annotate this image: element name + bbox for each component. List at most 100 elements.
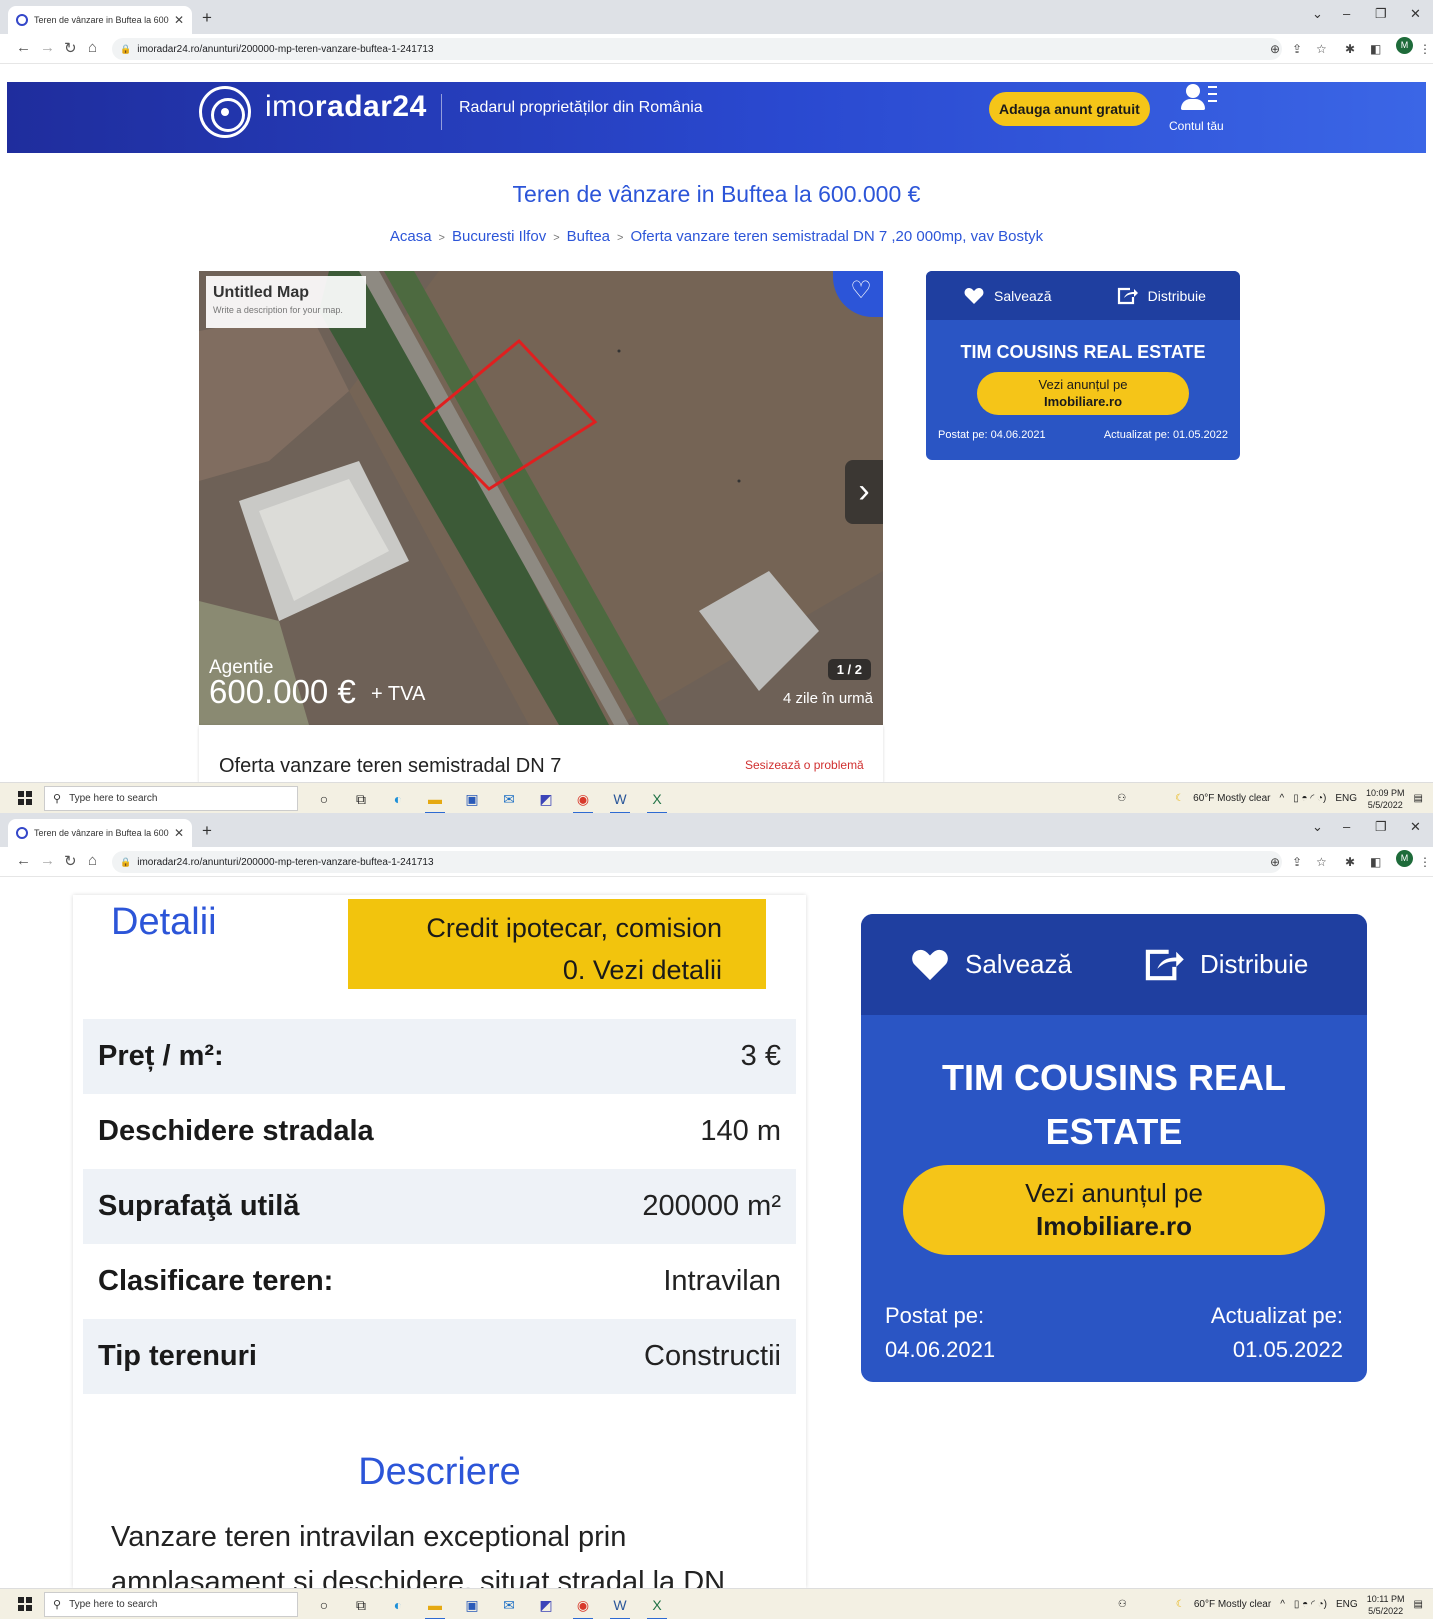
- minimize-icon[interactable]: –: [1343, 819, 1350, 834]
- breadcrumb-region[interactable]: Bucuresti Ilfov: [452, 228, 546, 245]
- side-panel-icon[interactable]: ◧: [1370, 42, 1381, 56]
- restore-icon[interactable]: ❐: [1375, 819, 1387, 835]
- forward-icon[interactable]: →: [40, 39, 55, 56]
- close-tab-icon[interactable]: ✕: [174, 826, 184, 840]
- menu-kebab-icon[interactable]: ⋮: [1419, 855, 1431, 869]
- app-icon[interactable]: ◩: [532, 1593, 560, 1617]
- excel-icon[interactable]: X: [643, 1593, 671, 1619]
- user-account-icon[interactable]: [1177, 82, 1227, 112]
- radar-logo-icon[interactable]: [199, 86, 251, 138]
- profile-avatar[interactable]: M: [1396, 850, 1413, 867]
- close-window-icon[interactable]: ✕: [1410, 6, 1421, 22]
- notifications-icon[interactable]: ▤: [1414, 1599, 1423, 1610]
- minimize-icon[interactable]: –: [1343, 6, 1350, 21]
- lock-icon[interactable]: 🔒: [120, 857, 131, 868]
- breadcrumb-city[interactable]: Buftea: [567, 228, 610, 245]
- close-tab-icon[interactable]: ✕: [174, 13, 184, 27]
- clock[interactable]: 10:11 PM 5/5/2022: [1367, 1593, 1405, 1617]
- reload-icon[interactable]: ↻: [64, 852, 77, 870]
- task-view-icon[interactable]: ⧉: [347, 787, 375, 811]
- browser-tab[interactable]: Teren de vânzare in Buftea la 600 ✕: [8, 819, 192, 847]
- new-tab-icon[interactable]: +: [202, 821, 212, 841]
- close-window-icon[interactable]: ✕: [1410, 819, 1421, 835]
- tab-search-icon[interactable]: ⌄: [1312, 819, 1323, 835]
- report-problem-link[interactable]: Sesizează o problemă: [745, 758, 864, 772]
- photo-gallery[interactable]: Untitled Map Write a description for you…: [199, 271, 883, 725]
- new-tab-icon[interactable]: +: [202, 8, 212, 28]
- weather-text[interactable]: 60°F Mostly clear: [1193, 793, 1270, 804]
- zoom-icon[interactable]: ⊕: [1270, 42, 1280, 56]
- people-icon[interactable]: ⚇: [1117, 793, 1126, 804]
- app-icon[interactable]: ◩: [532, 787, 560, 811]
- tray-icons[interactable]: ▯ ◓ ◜ ◔): [1294, 1599, 1327, 1610]
- extensions-icon[interactable]: ✱: [1345, 855, 1355, 869]
- menu-kebab-icon[interactable]: ⋮: [1419, 42, 1431, 56]
- add-listing-button[interactable]: Adauga anunt gratuit: [989, 92, 1150, 126]
- word-icon[interactable]: W: [606, 1593, 634, 1619]
- chrome-icon[interactable]: ◉: [569, 787, 597, 813]
- edge-icon[interactable]: ◐: [384, 787, 412, 811]
- mail-icon[interactable]: ✉: [495, 1593, 523, 1617]
- home-icon[interactable]: ⌂: [88, 39, 97, 56]
- forward-icon[interactable]: →: [40, 852, 55, 869]
- tray-icons[interactable]: ▯ ◓ ◜ ◔): [1293, 793, 1326, 804]
- windows-start-icon[interactable]: [18, 1597, 32, 1611]
- account-link[interactable]: Contul tău: [1169, 119, 1224, 133]
- taskbar-search-input[interactable]: ⚲ Type here to search: [44, 1592, 298, 1617]
- task-view-icon[interactable]: ⧉: [347, 1593, 375, 1617]
- cortana-icon[interactable]: ○: [310, 787, 338, 811]
- windows-start-icon[interactable]: [18, 791, 32, 805]
- breadcrumb-home[interactable]: Acasa: [390, 228, 432, 245]
- view-on-imobiliare-button[interactable]: Vezi anunțul pe Imobiliare.ro: [903, 1165, 1325, 1255]
- file-explorer-icon[interactable]: ▬: [421, 787, 449, 813]
- language-indicator[interactable]: ENG: [1336, 1599, 1358, 1610]
- zoom-icon[interactable]: ⊕: [1270, 855, 1280, 869]
- share-button[interactable]: Distribuie: [1116, 287, 1206, 305]
- profile-avatar[interactable]: M: [1396, 37, 1413, 54]
- chrome-icon[interactable]: ◉: [569, 1593, 597, 1619]
- restore-icon[interactable]: ❐: [1375, 6, 1387, 22]
- extensions-icon[interactable]: ✱: [1345, 42, 1355, 56]
- share-page-icon[interactable]: ⇪: [1292, 855, 1302, 869]
- home-icon[interactable]: ⌂: [88, 852, 97, 869]
- store-icon[interactable]: ▣: [458, 787, 486, 811]
- search-icon: ⚲: [53, 1599, 62, 1611]
- weather-moon-icon[interactable]: ☾: [1176, 1599, 1185, 1610]
- tray-chevron-icon[interactable]: ^: [1280, 793, 1285, 804]
- url-field[interactable]: 🔒 imoradar24.ro/anunturi/200000-mp-teren…: [112, 38, 1282, 60]
- weather-moon-icon[interactable]: ☾: [1175, 793, 1184, 804]
- logo-wordmark[interactable]: imoradar24: [265, 90, 427, 124]
- store-icon[interactable]: ▣: [458, 1593, 486, 1617]
- weather-text[interactable]: 60°F Mostly clear: [1194, 1599, 1271, 1610]
- save-button[interactable]: Salvează: [911, 948, 1072, 982]
- mail-icon[interactable]: ✉: [495, 787, 523, 811]
- taskbar-search-input[interactable]: ⚲ Type here to search: [44, 786, 298, 811]
- side-panel-icon[interactable]: ◧: [1370, 855, 1381, 869]
- clock[interactable]: 10:09 PM 5/5/2022: [1366, 787, 1405, 811]
- edge-icon[interactable]: ◐: [384, 1593, 412, 1617]
- share-page-icon[interactable]: ⇪: [1292, 42, 1302, 56]
- tab-search-icon[interactable]: ⌄: [1312, 6, 1323, 22]
- language-indicator[interactable]: ENG: [1335, 793, 1357, 804]
- people-icon[interactable]: ⚇: [1118, 1599, 1127, 1610]
- bookmark-star-icon[interactable]: ☆: [1316, 42, 1327, 56]
- bookmark-star-icon[interactable]: ☆: [1316, 855, 1327, 869]
- back-icon[interactable]: ←: [16, 852, 31, 869]
- excel-icon[interactable]: X: [643, 787, 671, 813]
- notifications-icon[interactable]: ▤: [1414, 793, 1423, 804]
- save-button[interactable]: Salvează: [964, 287, 1052, 305]
- share-button[interactable]: Distribuie: [1142, 948, 1308, 982]
- word-icon[interactable]: W: [606, 787, 634, 813]
- browser-tab[interactable]: Teren de vânzare in Buftea la 600 ✕: [8, 6, 192, 34]
- lock-icon[interactable]: 🔒: [120, 44, 131, 55]
- file-explorer-icon[interactable]: ▬: [421, 1593, 449, 1619]
- credit-banner[interactable]: Credit ipotecar, comision 0. Vezi detali…: [348, 899, 766, 989]
- breadcrumb-listing[interactable]: Oferta vanzare teren semistradal DN 7 ,2…: [630, 228, 1043, 245]
- tray-chevron-icon[interactable]: ^: [1280, 1599, 1285, 1610]
- cortana-icon[interactable]: ○: [310, 1593, 338, 1617]
- reload-icon[interactable]: ↻: [64, 39, 77, 57]
- url-field[interactable]: 🔒 imoradar24.ro/anunturi/200000-mp-teren…: [112, 851, 1282, 873]
- next-photo-chevron-icon[interactable]: ›: [845, 460, 883, 524]
- view-on-imobiliare-button[interactable]: Vezi anunțul pe Imobiliare.ro: [977, 372, 1189, 415]
- back-icon[interactable]: ←: [16, 39, 31, 56]
